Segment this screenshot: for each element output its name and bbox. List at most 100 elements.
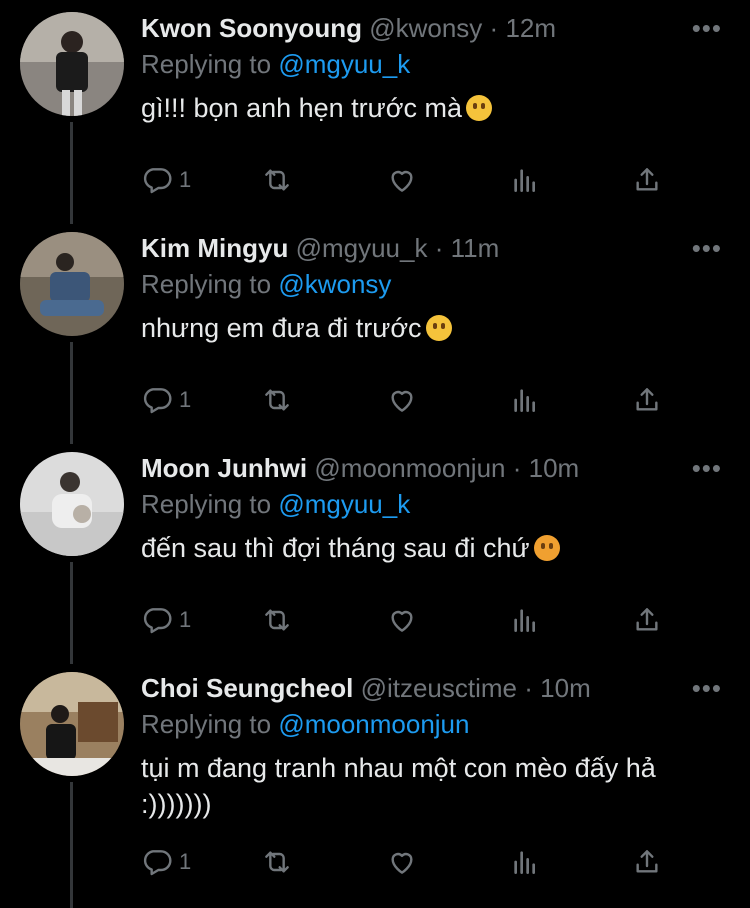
analytics-icon (514, 169, 535, 192)
more-options-button[interactable]: ••• (692, 232, 722, 264)
action-bar: 1 (141, 844, 681, 880)
analytics-button[interactable] (509, 382, 541, 418)
mention-link[interactable]: @mgyuu_k (278, 489, 410, 519)
user-handle[interactable]: @itzeusctime (361, 673, 517, 703)
analytics-button[interactable] (509, 844, 541, 880)
reply-icon (143, 850, 172, 876)
analytics-icon (514, 389, 535, 412)
share-icon (636, 608, 658, 631)
tweet-text-content: đến sau thì đợi tháng sau đi chứ (141, 533, 530, 563)
tweet-text: đến sau thì đợi tháng sau đi chứ (141, 530, 701, 566)
retweet-button[interactable] (261, 602, 293, 638)
separator-dot: · (434, 233, 444, 263)
reply-icon (143, 168, 172, 194)
retweet-icon (265, 609, 289, 631)
retweet-button[interactable] (261, 844, 293, 880)
share-icon (636, 168, 658, 191)
replying-to-label: Replying to (141, 489, 272, 519)
tweet-header: Kim Mingyu @mgyuu_k · 11m (141, 232, 499, 264)
retweet-icon (265, 851, 289, 873)
display-name[interactable]: Kwon Soonyoung (141, 13, 362, 43)
mention-link[interactable]: @kwonsy (278, 269, 391, 299)
reply-count: 1 (179, 607, 192, 632)
display-name[interactable]: Moon Junhwi (141, 453, 307, 483)
tweet-text-content: nhưng em đưa đi trước (141, 313, 422, 343)
more-options-button[interactable]: ••• (692, 672, 722, 704)
reply-button[interactable]: 1 (141, 602, 191, 638)
action-bar: 1 (141, 162, 681, 198)
separator-dot: · (524, 673, 533, 703)
action-bar: 1 (141, 602, 681, 638)
like-button[interactable] (386, 844, 418, 880)
tweet-header: Kwon Soonyoung @kwonsy · 12m (141, 12, 556, 44)
reply-icon (143, 388, 172, 414)
like-icon (391, 390, 413, 412)
more-options-button[interactable]: ••• (692, 12, 722, 44)
tweet-text: gì!!! bọn anh hẹn trước mà (141, 90, 701, 126)
action-bar: 1 (141, 382, 681, 418)
timestamp[interactable]: 11m (451, 233, 500, 263)
analytics-icon (514, 609, 535, 632)
reply-count: 1 (179, 387, 192, 412)
reply-button[interactable]: 1 (141, 382, 191, 418)
kissing-emoji-icon (425, 315, 452, 341)
reply-count: 1 (179, 849, 192, 874)
share-button[interactable] (631, 844, 663, 880)
tweet-header: Moon Junhwi @moonmoonjun · 10m (141, 452, 579, 484)
share-button[interactable] (631, 382, 663, 418)
replying-to-label: Replying to (141, 49, 272, 79)
timestamp[interactable]: 10m (529, 453, 580, 483)
user-handle[interactable]: @kwonsy (369, 13, 482, 43)
reply-button[interactable]: 1 (141, 162, 191, 198)
tweet-text: tụi m đang tranh nhau một con mèo đấy hả… (141, 750, 681, 822)
avatar[interactable] (20, 232, 124, 336)
avatar[interactable] (20, 12, 124, 116)
like-icon (391, 610, 413, 632)
replying-to-label: Replying to (141, 709, 272, 739)
more-options-button[interactable]: ••• (692, 452, 722, 484)
like-button[interactable] (386, 382, 418, 418)
tweet-header: Choi Seungcheol @itzeusctime · 10m (141, 672, 591, 704)
raised-eyebrow-emoji-icon (465, 95, 492, 121)
mention-link[interactable]: @moonmoonjun (278, 709, 469, 739)
retweet-button[interactable] (261, 162, 293, 198)
user-handle[interactable]: @mgyuu_k (296, 233, 428, 263)
analytics-button[interactable] (509, 602, 541, 638)
display-name[interactable]: Choi Seungcheol (141, 673, 353, 703)
replying-to: Replying to @moonmoonjun (141, 708, 469, 740)
share-button[interactable] (631, 602, 663, 638)
tweet-text-content: tụi m đang tranh nhau một con mèo đấy hả… (141, 753, 656, 819)
tweet[interactable]: Kwon Soonyoung @kwonsy · 12m ••• Replyin… (0, 0, 750, 220)
replying-to: Replying to @mgyuu_k (141, 488, 410, 520)
reply-icon (143, 608, 172, 634)
like-button[interactable] (386, 602, 418, 638)
share-icon (636, 388, 658, 411)
like-icon (391, 170, 413, 192)
display-name[interactable]: Kim Mingyu (141, 233, 288, 263)
share-icon (636, 850, 658, 873)
avatar[interactable] (20, 672, 124, 776)
user-handle[interactable]: @moonmoonjun (314, 453, 505, 483)
timestamp[interactable]: 10m (540, 673, 591, 703)
timestamp[interactable]: 12m (505, 13, 556, 43)
tweet-text-content: gì!!! bọn anh hẹn trước mà (141, 93, 462, 123)
tweet[interactable]: Kim Mingyu @mgyuu_k · 11m ••• Replying t… (0, 220, 750, 440)
like-button[interactable] (386, 162, 418, 198)
tweet-text: nhưng em đưa đi trước (141, 310, 701, 346)
analytics-icon (514, 851, 535, 874)
retweet-button[interactable] (261, 382, 293, 418)
tweet[interactable]: Moon Junhwi @moonmoonjun · 10m ••• Reply… (0, 440, 750, 660)
replying-to-label: Replying to (141, 269, 272, 299)
reply-button[interactable]: 1 (141, 844, 191, 880)
share-button[interactable] (631, 162, 663, 198)
reply-count: 1 (179, 167, 192, 192)
separator-dot: · (512, 453, 522, 483)
avatar[interactable] (20, 452, 124, 556)
like-icon (391, 852, 413, 874)
tweet[interactable]: Choi Seungcheol @itzeusctime · 10m ••• R… (0, 660, 750, 908)
analytics-button[interactable] (509, 162, 541, 198)
retweet-icon (265, 169, 289, 191)
mention-link[interactable]: @mgyuu_k (278, 49, 410, 79)
retweet-icon (265, 389, 289, 411)
replying-to: Replying to @kwonsy (141, 268, 391, 300)
